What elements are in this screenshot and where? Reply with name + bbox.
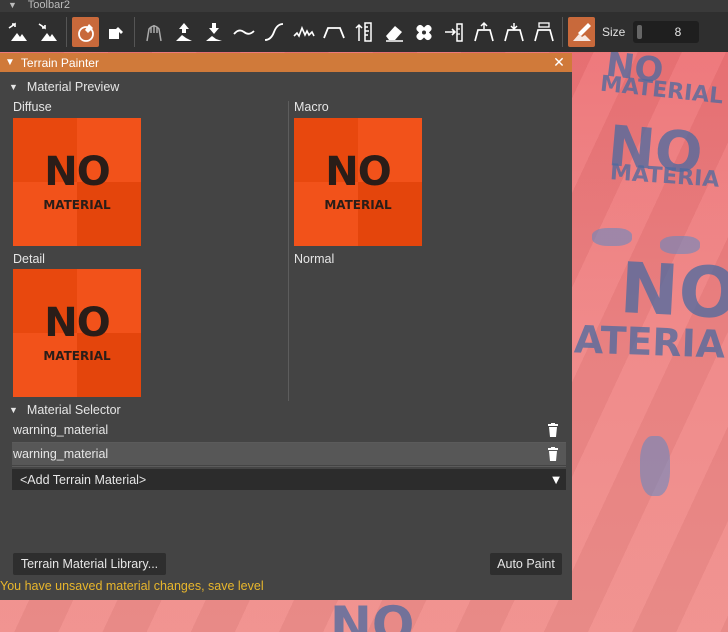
eraser-brush-icon[interactable] [102,17,129,47]
panel-title-bar[interactable]: ▼ Terrain Painter ✕ [0,53,572,72]
dropdown-arrow-icon[interactable]: ▼ [546,472,566,487]
thumb-text-material: MATERIAL [43,198,111,212]
detail-thumbnail[interactable]: NO MATERIAL [13,269,141,397]
lower-arrow-icon[interactable] [200,17,227,47]
normal-label: Normal [294,252,335,266]
macro-thumbnail[interactable]: NO MATERIAL [294,118,422,246]
add-terrain-material-label: <Add Terrain Material> [20,472,147,487]
terrain-toolbar: Size 8 [0,12,728,52]
macro-label: Macro [294,100,329,114]
viewport-texture-blob [660,236,700,254]
raise-arrow-icon[interactable] [170,17,197,47]
sculpt-hand-icon[interactable] [140,17,167,47]
viewport-texture-blob [640,436,670,496]
raise-terrain-icon[interactable] [4,17,31,47]
thumb-text-no: NO [325,149,391,195]
size-slider-knob[interactable] [637,25,643,39]
preview-column-divider [288,101,289,401]
unsaved-changes-warning: You have unsaved material changes, save … [0,579,264,593]
thumb-text-material: MATERIAL [43,349,111,363]
toolbar-title: Toolbar2 [27,0,70,11]
diffuse-label: Diffuse [13,100,52,114]
material-name: warning_material [13,423,109,437]
height-ruler-icon[interactable] [350,17,377,47]
flatten-down-icon[interactable] [500,17,527,47]
thumb-text-material: MATERIAL [324,198,392,212]
size-field[interactable]: 8 [633,21,700,43]
flatten-up-icon[interactable] [470,17,497,47]
thumb-text-no: NO [44,300,110,346]
panel-title: Terrain Painter [20,55,99,70]
size-value: 8 [674,25,682,39]
collapse-triangle-icon[interactable]: ▼ [5,57,15,68]
trash-icon[interactable] [544,423,562,437]
lower-terrain-icon[interactable] [34,17,61,47]
thumb-text-no: NO [44,149,110,195]
viewport-texture-text: MATERIAL [599,71,725,110]
material-name: warning_material [13,447,109,461]
material-selector-header[interactable]: ▼ Material Selector [9,403,121,417]
plateau-icon[interactable] [320,17,347,47]
noise-icon[interactable] [290,17,317,47]
toolbar-separator [562,17,563,47]
material-selector-heading: Material Selector [26,403,121,417]
auto-paint-button[interactable]: Auto Paint [490,553,562,575]
viewport-texture-text: NO [330,596,415,632]
viewport-texture-text: ATERIA [573,317,726,367]
detail-label: Detail [13,252,45,266]
eraser-icon[interactable] [380,17,407,47]
s-curve-icon[interactable] [260,17,287,47]
list-divider [12,466,566,467]
diffuse-thumbnail[interactable]: NO MATERIAL [13,118,141,246]
material-preview-heading: Material Preview [26,80,120,94]
paint-brush-icon[interactable] [72,17,99,47]
viewport-texture-blob [592,228,632,246]
toolbar-separator [66,17,67,47]
size-label: Size [602,25,626,39]
material-preview-header[interactable]: ▼ Material Preview [9,80,119,94]
trash-icon[interactable] [544,447,562,461]
add-terrain-material-dropdown[interactable]: <Add Terrain Material> ▼ [12,469,566,490]
set-height-icon[interactable] [440,17,467,47]
material-list-item-selected[interactable]: warning_material [12,443,566,465]
collapse-triangle-icon[interactable]: ▼ [9,405,18,415]
flatten-level-icon[interactable] [530,17,557,47]
smooth-curve-icon[interactable] [230,17,257,47]
collapse-caret-icon[interactable]: ▼ [8,0,17,10]
close-icon[interactable]: ✕ [550,54,568,71]
terrain-material-library-button[interactable]: Terrain Material Library... [13,553,166,575]
toolbar-title-bar[interactable]: ▼ Toolbar2 [0,0,728,12]
viewport-texture-text: MATERIA [609,160,721,193]
bandage-icon[interactable] [410,17,437,47]
terrain-painter-panel: ▼ Terrain Painter ✕ ▼ Material Preview D… [0,53,572,600]
paint-material-icon[interactable] [568,17,595,47]
collapse-triangle-icon[interactable]: ▼ [9,82,18,92]
material-list-item[interactable]: warning_material [12,419,566,441]
toolbar-separator [134,17,135,47]
